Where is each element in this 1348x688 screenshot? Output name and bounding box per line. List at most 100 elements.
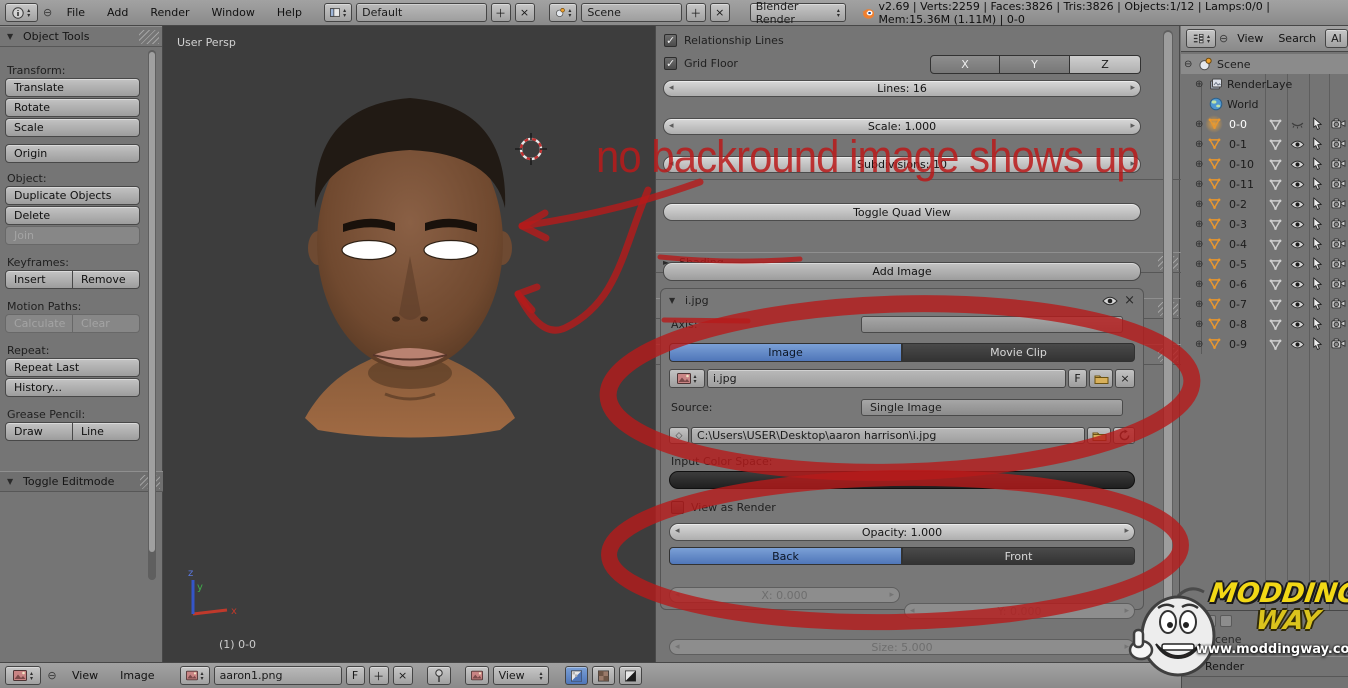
axis-x-button[interactable]: X <box>930 55 1000 74</box>
pin-button[interactable] <box>427 666 451 685</box>
remove-image-icon[interactable]: × <box>1124 293 1135 308</box>
render-camera-icon[interactable] <box>1331 298 1346 309</box>
collapse-menus-icon[interactable]: ⊖ <box>45 669 59 682</box>
outliner-row-object[interactable]: ⊕ 0-8 <box>1181 314 1348 334</box>
grid-subdivisions-slider[interactable]: ◂Subdivisions: 10▸ <box>663 156 1141 173</box>
toolshelf-scrollbar[interactable] <box>149 52 155 552</box>
right-arrow-icon[interactable]: ▸ <box>1124 606 1129 616</box>
duplicate-objects-button[interactable]: Duplicate Objects <box>5 186 140 205</box>
collapse-menus-icon[interactable]: ⊖ <box>42 6 54 19</box>
outliner-row-object[interactable]: ⊕ 0-5 <box>1181 254 1348 274</box>
visibility-eye-icon[interactable] <box>1102 296 1118 306</box>
relationship-lines-checkbox[interactable] <box>664 34 677 47</box>
render-camera-icon[interactable] <box>1331 118 1346 129</box>
menu-window[interactable]: Window <box>203 6 264 19</box>
render-camera-icon[interactable] <box>1331 138 1346 149</box>
browse-path-button[interactable] <box>1087 427 1111 444</box>
grease-line-button[interactable]: Line <box>73 422 140 441</box>
hide-eye-icon[interactable] <box>1290 260 1305 269</box>
render-camera-icon[interactable] <box>1331 218 1346 229</box>
tab-image[interactable]: Image <box>669 343 902 362</box>
pivot-icon-button[interactable] <box>465 666 489 685</box>
outliner-row-object[interactable]: ⊕ 0-3 <box>1181 214 1348 234</box>
outliner-row-object[interactable]: ⊕ 0-0 <box>1181 114 1348 134</box>
render-panel-header[interactable]: ▼ Render <box>1182 656 1348 677</box>
selectable-cursor-icon[interactable] <box>1312 277 1323 290</box>
expand-icon[interactable]: ⊕ <box>1195 119 1203 130</box>
scene-icon-button[interactable]: ▴▾ <box>549 3 577 22</box>
uv-view-menu[interactable]: View <box>63 669 107 682</box>
insert-keyframe-button[interactable]: Insert <box>5 270 73 289</box>
axis-y-button[interactable]: Y <box>1000 55 1070 74</box>
repeat-last-button[interactable]: Repeat Last <box>5 358 140 377</box>
outliner-search-menu[interactable]: Search <box>1272 32 1322 45</box>
expand-icon[interactable]: ⊕ <box>1195 179 1203 190</box>
left-arrow-icon[interactable]: ◂ <box>669 159 674 169</box>
image-unlink-button[interactable]: × <box>393 666 413 685</box>
outliner-row-object[interactable]: ⊕ 0-10 <box>1181 154 1348 174</box>
image-browse-button[interactable]: ▴▾ <box>669 369 705 388</box>
panel-scrollbar[interactable] <box>1164 32 1172 632</box>
right-arrow-icon[interactable]: ▸ <box>1124 642 1129 652</box>
selectable-cursor-icon[interactable] <box>1312 157 1323 170</box>
render-camera-icon[interactable] <box>1331 238 1346 249</box>
grease-draw-button[interactable]: Draw <box>5 422 73 441</box>
selectable-cursor-icon[interactable] <box>1312 237 1323 250</box>
draw-channel-zbuffer-button[interactable] <box>619 666 642 685</box>
left-arrow-icon[interactable]: ◂ <box>675 526 680 536</box>
selectable-cursor-icon[interactable] <box>1312 317 1323 330</box>
hide-eye-icon[interactable] <box>1290 180 1305 189</box>
hide-eye-icon[interactable] <box>1290 140 1305 149</box>
screen-layout-icon-button[interactable]: ▴▾ <box>324 3 352 22</box>
hide-eye-icon[interactable] <box>1290 340 1305 349</box>
left-arrow-icon[interactable]: ◂ <box>675 642 680 652</box>
grid-lines-slider[interactable]: ◂Lines: 16▸ <box>663 80 1141 97</box>
render-camera-icon[interactable] <box>1331 258 1346 269</box>
outliner-row-object[interactable]: ⊕ 0-9 <box>1181 334 1348 354</box>
outliner-row-world[interactable]: World <box>1181 94 1348 114</box>
scene-delete-button[interactable]: × <box>710 3 730 22</box>
relative-path-toggle[interactable]: ◇ <box>669 427 689 444</box>
selectable-cursor-icon[interactable] <box>1312 117 1323 130</box>
outliner-row-renderlayers[interactable]: ⊕ RenderLaye <box>1181 74 1348 94</box>
outliner-row-object[interactable]: ⊕ 0-6 <box>1181 274 1348 294</box>
viewport-3d[interactable]: User Persp <box>163 26 655 662</box>
selectable-cursor-icon[interactable] <box>1312 197 1323 210</box>
render-camera-icon[interactable] <box>1331 198 1346 209</box>
delete-button[interactable]: Delete <box>5 206 140 225</box>
layout-delete-button[interactable]: × <box>515 3 535 22</box>
properties-tab-icon[interactable] <box>1204 615 1216 627</box>
image-path-field[interactable]: C:\Users\USER\Desktop\aaron harrison\i.j… <box>691 427 1085 444</box>
collapse-icon[interactable]: ⊖ <box>1184 59 1192 70</box>
hide-eye-icon[interactable] <box>1290 240 1305 249</box>
image-browse-button[interactable]: ▴▾ <box>180 666 210 685</box>
outliner-view-menu[interactable]: View <box>1231 32 1269 45</box>
back-button[interactable]: Back <box>669 547 902 565</box>
render-camera-icon[interactable] <box>1331 278 1346 289</box>
right-arrow-icon[interactable]: ▸ <box>1130 83 1135 93</box>
color-space-dropdown[interactable] <box>669 471 1135 489</box>
right-arrow-icon[interactable]: ▸ <box>1130 159 1135 169</box>
selectable-cursor-icon[interactable] <box>1312 337 1323 350</box>
expand-icon[interactable]: ⊕ <box>1195 319 1203 330</box>
reload-image-button[interactable] <box>1113 427 1135 444</box>
selectable-cursor-icon[interactable] <box>1312 297 1323 310</box>
left-arrow-icon[interactable]: ◂ <box>910 606 915 616</box>
menu-help[interactable]: Help <box>268 6 311 19</box>
scene-add-button[interactable]: ＋ <box>686 3 706 22</box>
expand-icon[interactable]: ⊕ <box>1195 239 1203 250</box>
unlink-image-button[interactable]: × <box>1115 369 1135 388</box>
selectable-cursor-icon[interactable] <box>1312 217 1323 230</box>
outliner-row-object[interactable]: ⊕ 0-1 <box>1181 134 1348 154</box>
selectable-cursor-icon[interactable] <box>1312 177 1323 190</box>
object-tools-panel-header[interactable]: ▼ Object Tools <box>0 26 162 47</box>
right-arrow-icon[interactable]: ▸ <box>1124 526 1129 536</box>
expand-icon[interactable]: ⊕ <box>1195 79 1203 90</box>
source-dropdown[interactable]: Single Image <box>861 399 1123 416</box>
opacity-slider[interactable]: ◂Opacity: 1.000▸ <box>669 523 1135 541</box>
right-arrow-icon[interactable]: ▸ <box>889 590 894 600</box>
open-image-button[interactable] <box>1089 369 1113 388</box>
front-button[interactable]: Front <box>902 547 1135 565</box>
add-image-button[interactable]: Add Image <box>663 262 1141 281</box>
render-engine-dropdown[interactable]: Blender Render ▴▾ <box>750 3 846 22</box>
